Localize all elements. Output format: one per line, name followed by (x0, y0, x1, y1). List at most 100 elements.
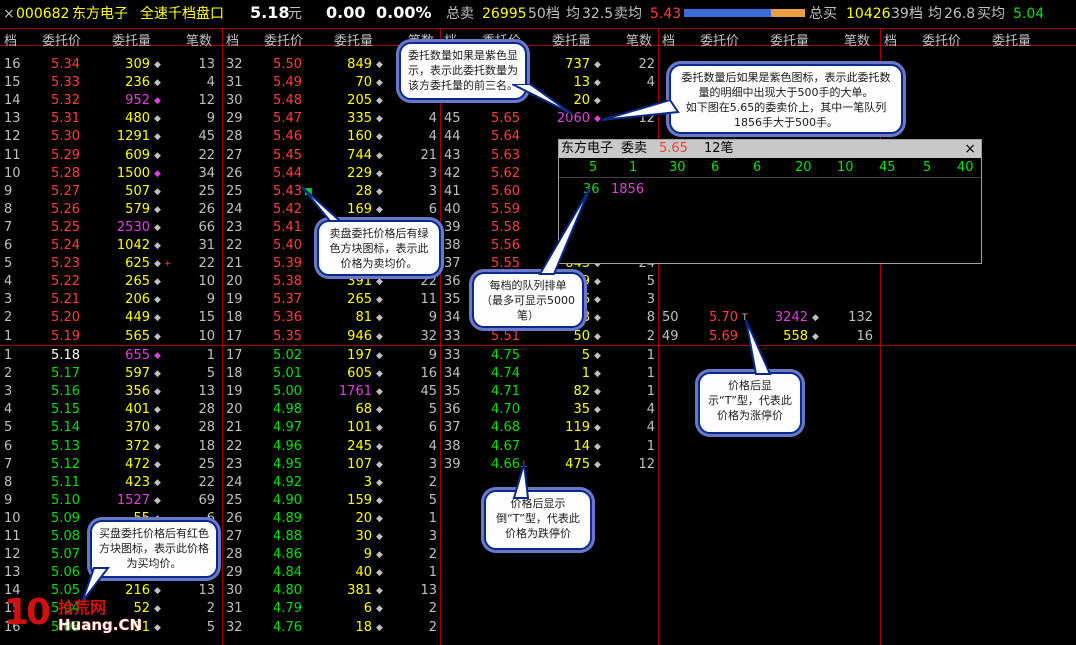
order-count: 2 (646, 328, 655, 344)
order-volume: 18 (355, 619, 372, 635)
queue-order-size: 20 (795, 160, 812, 175)
callout-sell-avg: 卖盘委托价格后有绿色方块图标，表示此价格为卖均价。 (317, 220, 441, 276)
callout-text: （最多可显示5000笔） (481, 294, 575, 322)
order-volume: 3 (363, 474, 372, 490)
order-price: 5.48 (273, 93, 302, 109)
volume-detail-icon: ◆ (594, 387, 601, 398)
level-number: 5 (4, 420, 13, 436)
order-count: 12 (638, 456, 655, 472)
order-count: 1 (646, 438, 655, 454)
level-number: 45 (444, 111, 461, 127)
order-price: 5.50 (273, 57, 302, 72)
order-count: 4 (428, 129, 437, 145)
order-price: 5.08 (51, 529, 80, 544)
level-number: 36 (444, 274, 461, 290)
callout-queue: 每档的队列排单 （最多可显示5000笔） (472, 272, 584, 328)
buy-avg-price-label: 买均 (977, 6, 1005, 22)
order-count: 4 (428, 111, 437, 127)
volume-detail-icon: ◆ (154, 405, 161, 416)
logo-number: 10 (4, 592, 51, 633)
level-number: 4 (4, 402, 13, 418)
volume-detail-icon: ◆ (376, 513, 383, 524)
volume-detail-icon: ◆ (376, 459, 383, 470)
order-count: 22 (198, 256, 215, 272)
buy-levels: 39档 (891, 6, 923, 22)
order-volume: 605 (347, 366, 372, 382)
volume-detail-icon: ◆ (154, 222, 161, 233)
volume-detail-icon: ◆ (376, 96, 383, 107)
level-number: 24 (226, 201, 243, 217)
order-volume: 70 (355, 75, 372, 91)
order-volume: 737 (565, 57, 590, 72)
order-count: 5 (206, 366, 215, 382)
queue-order-size: 5 (923, 160, 932, 175)
price-change: 0.00 (326, 3, 366, 22)
order-count: 3 (646, 292, 655, 308)
level-number: 9 (4, 183, 13, 199)
order-price: 5.58 (491, 219, 520, 235)
order-count: 11 (420, 292, 437, 308)
volume-detail-icon: ◆ (376, 532, 383, 542)
last-price: 5.18 (250, 3, 290, 22)
order-volume: 205 (347, 93, 372, 109)
order-count: 4 (646, 420, 655, 436)
buy-avg-label: 均 (928, 6, 942, 22)
level-number: 1 (4, 328, 13, 344)
level-number: 20 (226, 402, 243, 418)
order-price: 4.76 (273, 619, 302, 635)
volume-detail-icon: ◆ (594, 60, 601, 70)
level-number: 10 (4, 165, 21, 181)
volume-detail-icon: ◆ (376, 295, 383, 306)
popup-close-icon[interactable]: × (964, 140, 976, 158)
volume-detail-icon: ◆ (376, 586, 383, 597)
order-price: 4.75 (491, 348, 520, 363)
volume-detail-icon: ◆ (594, 459, 601, 470)
close-icon[interactable]: × (3, 5, 15, 23)
level-number: 3 (4, 292, 13, 308)
level-number: 29 (226, 565, 243, 581)
volume-detail-icon: ◆ (154, 441, 161, 452)
volume-detail-icon: ◆ (154, 150, 161, 161)
order-count: 16 (856, 328, 873, 344)
volume-detail-icon: ◆ (376, 78, 383, 89)
order-price: 4.80 (273, 583, 302, 599)
sell-total-label: 总卖 (446, 6, 474, 22)
level-number: 8 (4, 201, 13, 217)
order-count: 10 (198, 328, 215, 344)
queue-order-size: 10 (837, 160, 854, 175)
level-number: 34 (444, 366, 461, 382)
level-number: 13 (4, 111, 21, 127)
buy-sell-ratio-bar (684, 9, 805, 17)
sell-total: 26995 (482, 6, 527, 22)
order-volume: 507 (125, 183, 150, 199)
order-count: 18 (198, 438, 215, 454)
sell-avg-price: 5.43 (650, 6, 682, 22)
level-number: 22 (226, 238, 243, 253)
order-price: 5.63 (491, 147, 520, 163)
order-price: 5.24 (51, 238, 80, 253)
volume-detail-icon: ◆ (376, 331, 383, 342)
volume-detail-icon: ◆ (154, 168, 161, 179)
order-price: 5.41 (273, 219, 302, 235)
order-count: 5 (428, 402, 437, 418)
order-volume: 107 (347, 456, 372, 472)
order-price: 4.71 (491, 384, 520, 400)
level-number: 39 (444, 456, 461, 472)
order-price: 5.20 (51, 310, 80, 326)
order-count: 1 (428, 565, 437, 581)
order-price: 5.36 (273, 310, 302, 326)
order-volume: 744 (347, 147, 372, 163)
volume-detail-icon: ◆ (594, 423, 601, 434)
order-price: 5.60 (491, 183, 520, 199)
order-price: 5.23 (51, 256, 80, 272)
order-volume: 14 (573, 438, 590, 454)
queue-order-size: 1856 (611, 182, 645, 197)
popup-titlebar: 东方电子 委卖 5.65 12笔 × (559, 140, 981, 158)
volume-detail-icon: ◆ (594, 331, 601, 342)
order-price: 5.42 (273, 201, 302, 217)
level-number: 27 (226, 147, 243, 163)
buy-avg-price: 5.04 (1013, 6, 1045, 22)
order-price: 4.84 (273, 565, 302, 581)
sell-avg-label: 均 (566, 6, 580, 22)
order-price: 5.01 (273, 366, 302, 382)
